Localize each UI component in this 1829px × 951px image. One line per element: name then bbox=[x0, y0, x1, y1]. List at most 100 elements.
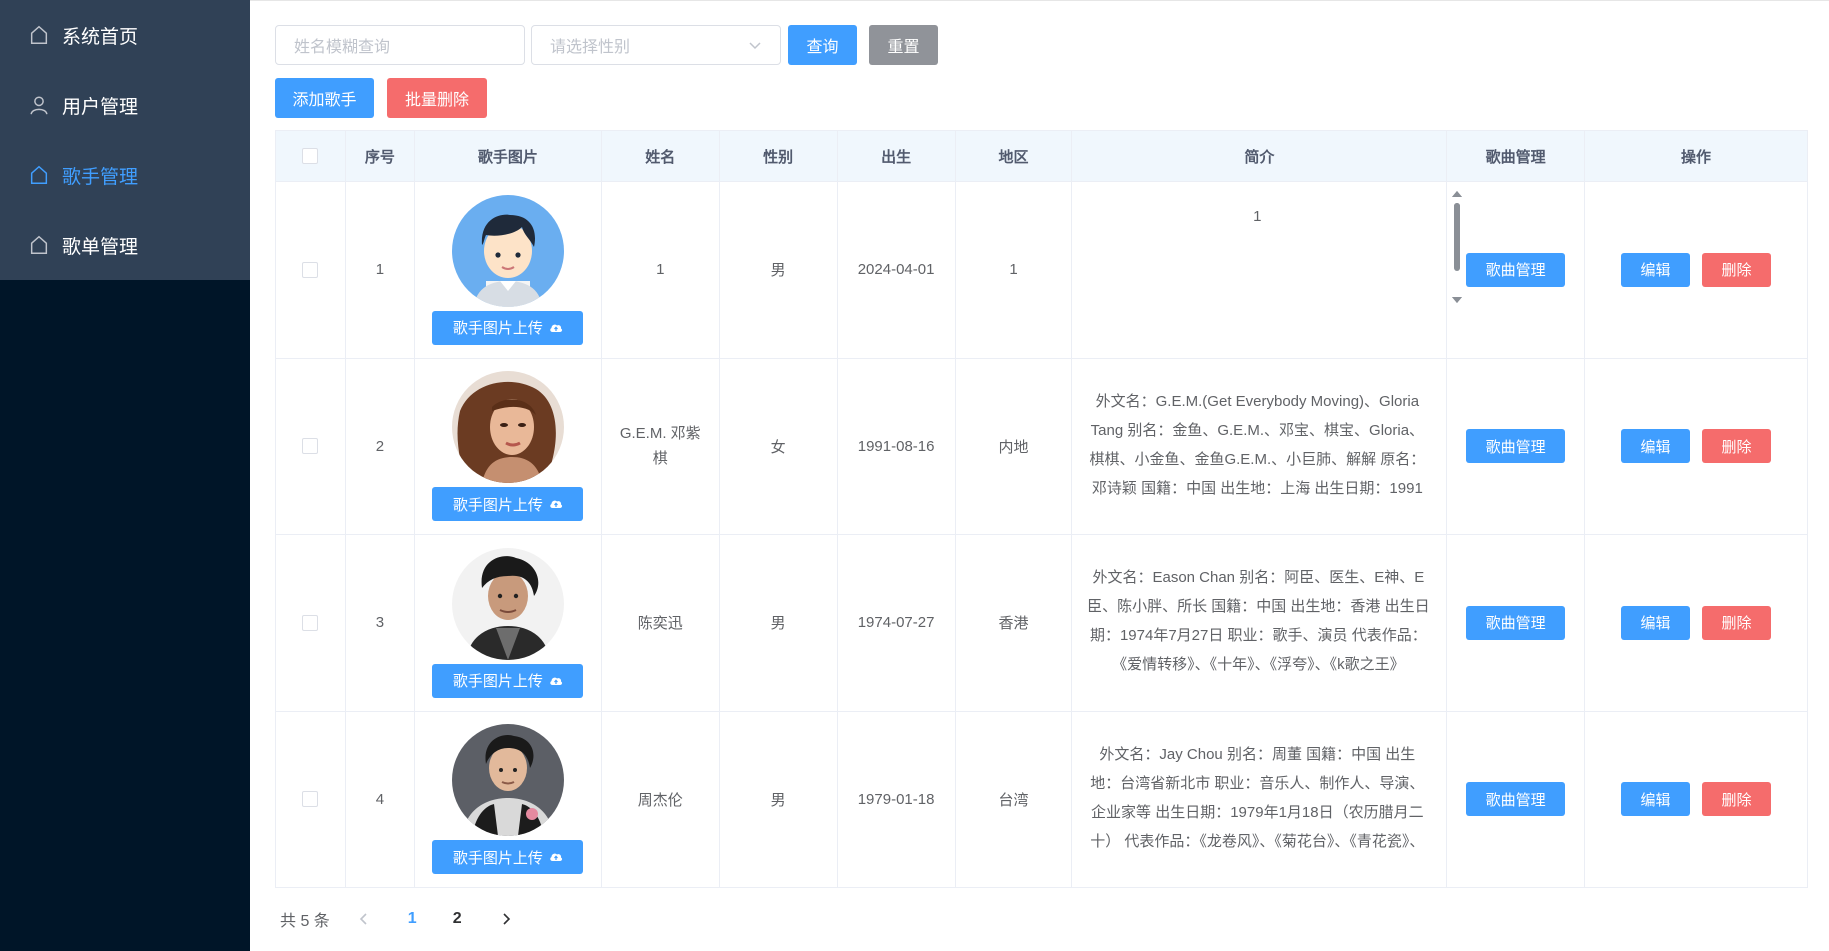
home-icon bbox=[30, 165, 48, 184]
upload-image-button[interactable]: 歌手图片上传 bbox=[432, 487, 584, 522]
row-checkbox[interactable] bbox=[302, 791, 319, 808]
header-image: 歌手图片 bbox=[415, 131, 602, 181]
header-gender: 性别 bbox=[720, 131, 838, 181]
row-intro[interactable]: 外文名：G.E.M.(Get Everybody Moving)、Gloria … bbox=[1072, 359, 1446, 507]
page-2[interactable]: 2 bbox=[453, 910, 462, 928]
header-region: 地区 bbox=[956, 131, 1073, 181]
sidebar-item-singers[interactable]: 歌手管理 bbox=[0, 140, 250, 210]
song-manage-button[interactable]: 歌曲管理 bbox=[1466, 782, 1566, 817]
page-1[interactable]: 1 bbox=[408, 910, 417, 928]
song-manage-button[interactable]: 歌曲管理 bbox=[1466, 605, 1566, 640]
cloud-upload-icon bbox=[550, 500, 562, 509]
edit-button[interactable]: 编辑 bbox=[1621, 252, 1691, 287]
row-actions-cell: 编辑 删除 bbox=[1585, 535, 1808, 711]
header-checkbox-cell bbox=[276, 131, 346, 181]
row-image-cell: 歌手图片上传 bbox=[415, 711, 602, 887]
home-icon bbox=[30, 25, 48, 44]
row-song-cell: 歌曲管理 bbox=[1447, 711, 1586, 887]
row-gender: 男 bbox=[720, 182, 838, 358]
row-checkbox-cell bbox=[276, 182, 346, 358]
row-intro-cell: 外文名：G.E.M.(Get Everybody Moving)、Gloria … bbox=[1072, 191, 1462, 534]
row-intro[interactable]: 外文名：Jay Chou 别名：周董 国籍：中国 出生地：台湾省新北市 职业：音… bbox=[1072, 712, 1446, 860]
sidebar: 系统首页 用户管理 歌手管理 歌单管理 bbox=[0, 0, 250, 951]
user-icon bbox=[30, 96, 48, 115]
sidebar-item-home[interactable]: 系统首页 bbox=[0, 0, 250, 70]
row-image-cell: 歌手图片上传 bbox=[415, 535, 602, 711]
main-content: 姓名模糊查询 请选择性别 查询 重置 添加歌手 批量删除 序号 歌手图片 姓名 … bbox=[250, 0, 1829, 951]
pagination-total: 共 5 条 bbox=[280, 913, 330, 930]
header-intro: 简介 bbox=[1072, 131, 1448, 181]
table-row: 4 歌手图片上传 周杰伦 男 1979-01-18 台湾 外文名：Jay Cho… bbox=[276, 191, 1808, 888]
row-checkbox[interactable] bbox=[302, 438, 319, 455]
add-singer-button[interactable]: 添加歌手 bbox=[275, 78, 374, 118]
chevron-down-icon bbox=[749, 42, 761, 50]
row-region: 1 bbox=[956, 182, 1073, 358]
row-actions-cell: 编辑 删除 bbox=[1585, 358, 1808, 534]
search-toolbar: 姓名模糊查询 请选择性别 查询 重置 bbox=[275, 25, 938, 65]
gender-select-placeholder: 请选择性别 bbox=[550, 39, 631, 56]
row-index: 2 bbox=[346, 358, 415, 534]
sidebar-item-users[interactable]: 用户管理 bbox=[0, 70, 250, 140]
upload-label: 歌手图片上传 bbox=[452, 496, 543, 514]
edit-button[interactable]: 编辑 bbox=[1621, 782, 1691, 817]
chevron-right-icon[interactable] bbox=[500, 912, 512, 926]
sidebar-item-label: 歌单管理 bbox=[62, 236, 139, 258]
row-gender: 男 bbox=[720, 711, 838, 887]
select-all-checkbox[interactable] bbox=[302, 148, 319, 164]
row-image-cell: 歌手图片上传 bbox=[415, 182, 602, 358]
action-toolbar: 添加歌手 批量删除 bbox=[275, 78, 487, 118]
edit-button[interactable]: 编辑 bbox=[1621, 605, 1691, 640]
singer-avatar bbox=[451, 194, 564, 307]
row-region: 内地 bbox=[956, 358, 1073, 534]
song-manage-button[interactable]: 歌曲管理 bbox=[1466, 252, 1566, 287]
reset-button[interactable]: 重置 bbox=[869, 25, 938, 65]
row-gender: 男 bbox=[720, 535, 838, 711]
row-gender: 女 bbox=[720, 358, 838, 534]
row-name: 周杰伦 bbox=[602, 711, 720, 887]
delete-button[interactable]: 删除 bbox=[1702, 429, 1772, 464]
row-checkbox-cell bbox=[276, 358, 346, 534]
row-intro: 外文名：Eason Chan 别名：阿臣、医生、E神、E臣、陈小胖、所长 国籍：… bbox=[1087, 569, 1430, 673]
row-name: G.E.M. 邓紫棋 bbox=[602, 358, 720, 534]
home-icon bbox=[30, 235, 48, 254]
row-checkbox[interactable] bbox=[302, 614, 319, 631]
upload-image-button[interactable]: 歌手图片上传 bbox=[432, 310, 584, 345]
row-song-cell: 歌曲管理 bbox=[1447, 535, 1586, 711]
header-song-manage: 歌曲管理 bbox=[1447, 131, 1586, 181]
row-checkbox-cell bbox=[276, 535, 346, 711]
row-name: 1 bbox=[602, 182, 720, 358]
sidebar-item-label: 用户管理 bbox=[62, 96, 139, 118]
delete-button[interactable]: 删除 bbox=[1702, 252, 1772, 287]
header-birth: 出生 bbox=[838, 131, 956, 181]
delete-button[interactable]: 删除 bbox=[1702, 605, 1772, 640]
query-button[interactable]: 查询 bbox=[788, 25, 857, 65]
row-image-cell: 歌手图片上传 bbox=[415, 358, 602, 534]
edit-button[interactable]: 编辑 bbox=[1621, 429, 1691, 464]
delete-button[interactable]: 删除 bbox=[1702, 782, 1772, 817]
upload-label: 歌手图片上传 bbox=[452, 849, 543, 867]
table-row: 2 歌手图片上传 G.E.M. 邓紫棋 女 1991-08-16 内地 外文名：… bbox=[276, 191, 1808, 535]
sidebar-item-label: 歌手管理 bbox=[62, 166, 139, 188]
row-intro: 1 bbox=[1253, 208, 1262, 225]
row-index: 3 bbox=[346, 535, 415, 711]
sidebar-item-playlists[interactable]: 歌单管理 bbox=[0, 210, 250, 280]
name-search-input[interactable]: 姓名模糊查询 bbox=[275, 25, 525, 65]
intro-scrollbar[interactable] bbox=[1451, 191, 1463, 303]
upload-image-button[interactable]: 歌手图片上传 bbox=[432, 840, 584, 875]
header-name: 姓名 bbox=[602, 131, 720, 181]
upload-image-button[interactable]: 歌手图片上传 bbox=[432, 663, 584, 698]
gender-select[interactable]: 请选择性别 bbox=[531, 25, 781, 65]
header-actions: 操作 bbox=[1585, 131, 1808, 181]
song-manage-button[interactable]: 歌曲管理 bbox=[1466, 429, 1566, 464]
cloud-upload-icon bbox=[550, 324, 562, 332]
batch-delete-button[interactable]: 批量删除 bbox=[387, 78, 487, 118]
chevron-left-icon[interactable] bbox=[358, 912, 370, 926]
row-actions-cell: 编辑 删除 bbox=[1585, 182, 1808, 358]
row-checkbox[interactable] bbox=[302, 261, 319, 278]
sidebar-menu: 系统首页 用户管理 歌手管理 歌单管理 bbox=[0, 0, 250, 280]
row-birth: 1991-08-16 bbox=[838, 358, 956, 534]
cloud-upload-icon bbox=[550, 853, 562, 862]
row-checkbox-cell bbox=[276, 711, 346, 887]
cloud-upload-icon bbox=[550, 677, 562, 685]
row-song-cell: 歌曲管理 bbox=[1447, 182, 1586, 358]
